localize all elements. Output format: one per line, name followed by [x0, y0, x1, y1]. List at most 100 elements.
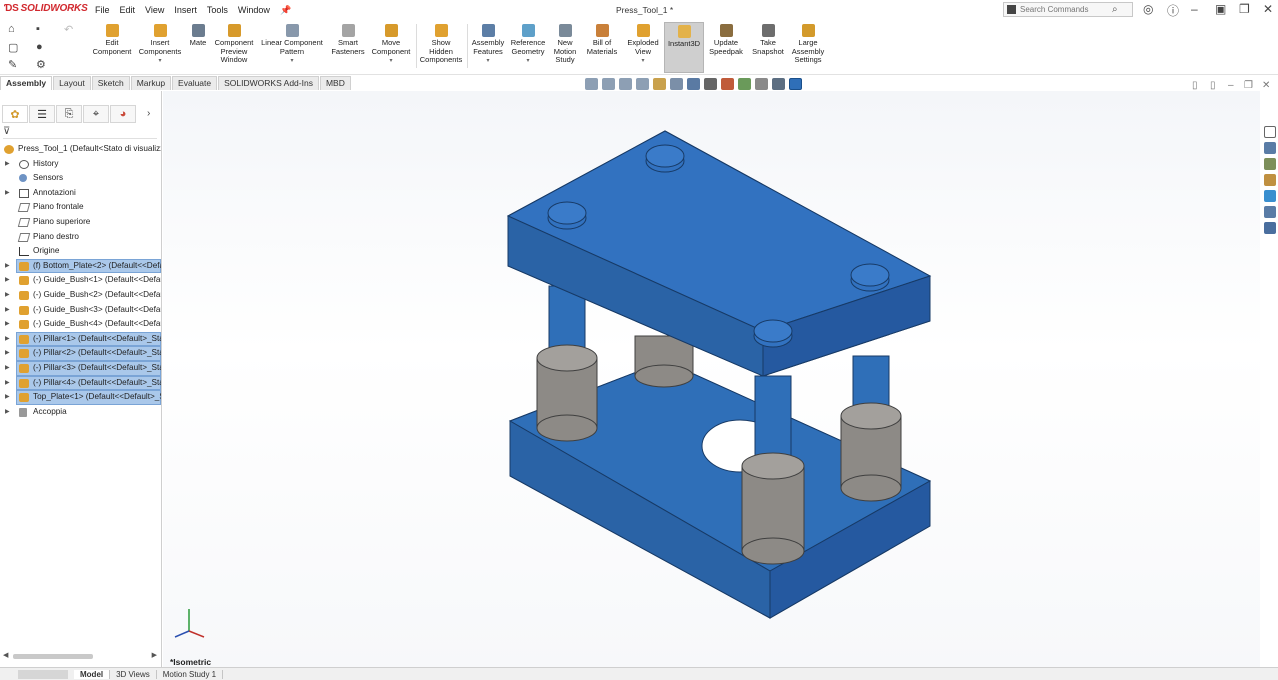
- tab-layout[interactable]: Layout: [53, 76, 91, 90]
- expand-arrow-icon[interactable]: ▶: [5, 405, 10, 420]
- zoom-to-area-icon[interactable]: [602, 78, 615, 90]
- resources-icon[interactable]: [1264, 126, 1276, 138]
- search-commands[interactable]: ⌕: [1003, 2, 1133, 17]
- tree-item[interactable]: Sensors: [0, 171, 161, 186]
- minimize-icon[interactable]: –: [1191, 2, 1198, 16]
- tree-item[interactable]: ▶ (-) Pillar<1> (Default<<Default>_Sta: [0, 331, 161, 347]
- appearances-icon[interactable]: [1264, 206, 1276, 218]
- rebuild-icon[interactable]: ●: [36, 41, 43, 53]
- select-icon[interactable]: ✎: [8, 58, 17, 71]
- tree-item[interactable]: ▶ Accoppia: [0, 405, 161, 420]
- viewport-close-icon[interactable]: ✕: [1262, 80, 1270, 91]
- show-hidden-button[interactable]: Show Hidden Components: [419, 24, 463, 65]
- display-manager-tab[interactable]: ◕: [110, 105, 136, 123]
- search-input[interactable]: [1020, 5, 1112, 14]
- tab-assembly[interactable]: Assembly: [0, 76, 53, 90]
- expand-arrow-icon[interactable]: ▶: [5, 332, 10, 347]
- viewport-split-icon[interactable]: ▯: [1192, 80, 1198, 91]
- scroll-right-icon[interactable]: ▶: [152, 651, 157, 659]
- view-palette-icon[interactable]: [1264, 190, 1276, 202]
- expand-arrow-icon[interactable]: ▶: [5, 376, 10, 391]
- mate-button[interactable]: Mate: [187, 24, 209, 48]
- search-icon[interactable]: ⌕: [1112, 4, 1118, 15]
- new-document-icon[interactable]: ▢: [8, 41, 18, 54]
- tab-3d-views[interactable]: 3D Views: [110, 669, 157, 679]
- close-icon[interactable]: ✕: [1263, 2, 1273, 16]
- realview-icon[interactable]: [772, 78, 785, 90]
- save-icon[interactable]: ▪: [36, 23, 40, 35]
- scrollbar-thumb[interactable]: [13, 654, 93, 659]
- back-right-bush[interactable]: [840, 402, 902, 502]
- tile-icon[interactable]: ▣: [1215, 2, 1226, 16]
- tree-item[interactable]: ▶ (-) Pillar<3> (Default<<Default>_Sta: [0, 360, 161, 376]
- move-component-button[interactable]: Move Component ▾: [369, 24, 413, 66]
- instant3d-button[interactable]: Instant3D: [664, 22, 704, 73]
- expand-arrow-icon[interactable]: ▶: [5, 288, 10, 303]
- component-preview-button[interactable]: Component Preview Window: [212, 24, 256, 65]
- tree-item[interactable]: ▶ Top_Plate<1> (Default<<Default>_S: [0, 390, 161, 405]
- update-speedpak-button[interactable]: Update Speedpak: [707, 24, 745, 56]
- options-icon[interactable]: ⚙: [36, 58, 46, 71]
- tree-item[interactable]: ▶ (f) Bottom_Plate<2> (Default<<Defa: [0, 258, 161, 274]
- menu-file[interactable]: File: [95, 5, 110, 16]
- expand-arrow-icon[interactable]: ▶: [5, 303, 10, 318]
- reference-geometry-button[interactable]: Reference Geometry ▾: [509, 24, 547, 66]
- expand-arrow-icon[interactable]: ▶: [5, 346, 10, 361]
- help-icon[interactable]: ⓘ: [1167, 2, 1179, 19]
- expand-panel-icon[interactable]: ›: [147, 108, 150, 119]
- front-bush[interactable]: [741, 452, 805, 565]
- section-view-icon[interactable]: [636, 78, 649, 90]
- menu-window[interactable]: Window: [238, 5, 270, 16]
- tree-filter[interactable]: ⊽: [3, 126, 157, 139]
- tree-item[interactable]: Piano frontale: [0, 200, 161, 215]
- tree-item[interactable]: ▶ (-) Guide_Bush<4> (Default<<Defau: [0, 317, 161, 332]
- property-manager-tab[interactable]: ☰: [29, 105, 55, 123]
- tree-item[interactable]: ▶ Annotazioni: [0, 186, 161, 201]
- tab-evaluate[interactable]: Evaluate: [172, 76, 218, 90]
- scroll-left-icon[interactable]: ◀: [3, 651, 8, 659]
- search-scope-icon[interactable]: [1007, 5, 1016, 14]
- edit-component-button[interactable]: Edit Component: [91, 24, 133, 56]
- pin-icon[interactable]: 📌: [280, 5, 291, 16]
- tab-motion-study[interactable]: Motion Study 1: [157, 669, 224, 679]
- expand-arrow-icon[interactable]: ▶: [5, 186, 10, 201]
- smart-fasteners-button[interactable]: Smart Fasteners: [329, 24, 367, 56]
- design-library-icon[interactable]: [1264, 158, 1276, 170]
- menu-view[interactable]: View: [145, 5, 164, 16]
- configuration-manager-tab[interactable]: ⎘: [56, 105, 82, 123]
- graphics-area[interactable]: *Isometric: [163, 91, 1260, 668]
- view-settings-icon[interactable]: [755, 78, 768, 90]
- tree-item[interactable]: ▶ (-) Pillar<2> (Default<<Default>_Sta: [0, 346, 161, 361]
- viewport-minimize-icon[interactable]: –: [1228, 80, 1234, 91]
- tree-item[interactable]: ▶ (-) Guide_Bush<1> (Default<<Defau: [0, 273, 161, 288]
- user-account-icon[interactable]: ◎: [1143, 2, 1153, 16]
- dimxpert-tab[interactable]: ⌖: [83, 105, 109, 123]
- edit-appearance-icon[interactable]: [721, 78, 734, 90]
- solidworks-logo[interactable]: ƊS SOLIDWORKS: [4, 3, 88, 14]
- tree-item[interactable]: Origine: [0, 244, 161, 259]
- back-left-bush[interactable]: [634, 335, 694, 388]
- tab-mbd[interactable]: MBD: [319, 76, 351, 90]
- hide-show-items-icon[interactable]: [704, 78, 717, 90]
- expand-arrow-icon[interactable]: ▶: [5, 273, 10, 288]
- bill-of-materials-button[interactable]: Bill of Materials: [584, 24, 620, 56]
- large-assembly-settings-button[interactable]: Large Assembly Settings: [788, 24, 828, 65]
- viewport-tile-icon[interactable]: ▯: [1210, 80, 1216, 91]
- assembly-features-button[interactable]: Assembly Features ▾: [469, 24, 507, 66]
- tree-item[interactable]: Piano destro: [0, 230, 161, 245]
- tree-item[interactable]: ▶ (-) Guide_Bush<2> (Default<<Defau: [0, 288, 161, 303]
- home-tab-icon[interactable]: [1264, 142, 1276, 154]
- view-orientation-icon[interactable]: [670, 78, 683, 90]
- undo-icon[interactable]: ↶: [64, 23, 73, 36]
- exploded-view-button[interactable]: Exploded View ▾: [624, 24, 662, 66]
- filter-icon[interactable]: ⊽: [3, 126, 10, 137]
- zoom-to-fit-icon[interactable]: [585, 78, 598, 90]
- feature-manager-tab[interactable]: ✿: [2, 105, 28, 123]
- menu-insert[interactable]: Insert: [174, 5, 197, 16]
- take-snapshot-button[interactable]: Take Snapshot: [749, 24, 787, 56]
- custom-properties-icon[interactable]: [1264, 222, 1276, 234]
- expand-arrow-icon[interactable]: ▶: [5, 390, 10, 405]
- viewport-restore-icon[interactable]: ❐: [1244, 80, 1253, 91]
- tree-horizontal-scrollbar[interactable]: ◀ ▶: [3, 652, 157, 661]
- menu-tools[interactable]: Tools: [207, 5, 228, 16]
